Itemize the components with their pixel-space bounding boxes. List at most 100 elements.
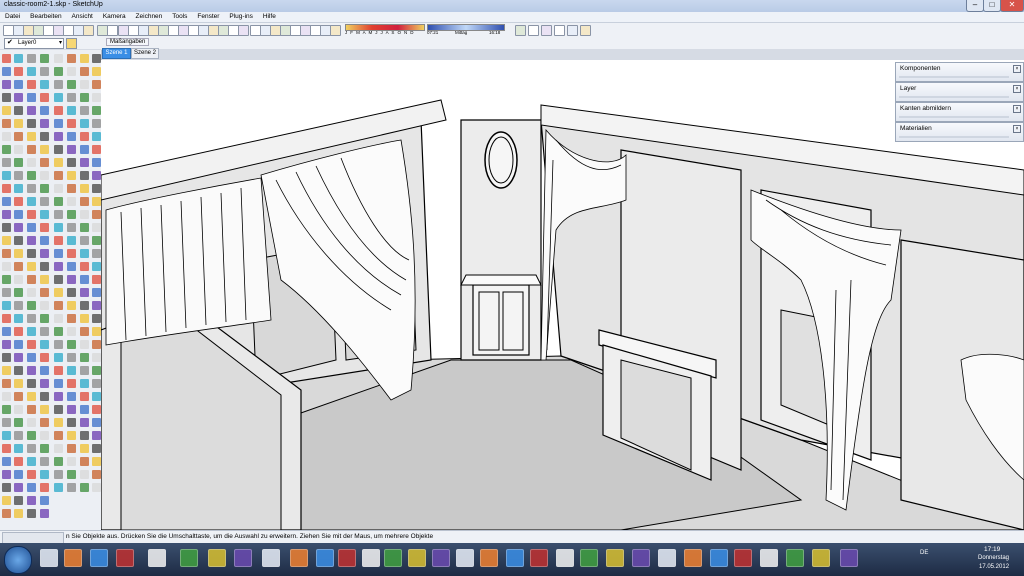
palette-tool-icon[interactable] — [67, 314, 76, 323]
palette-tool-icon[interactable] — [54, 236, 63, 245]
palette-tool-icon[interactable] — [14, 210, 23, 219]
palette-tool-icon[interactable] — [14, 171, 23, 180]
taskbar-app-icon[interactable] — [632, 549, 650, 567]
taskbar-app-icon[interactable] — [658, 549, 676, 567]
taskbar-app-icon[interactable] — [408, 549, 426, 567]
palette-tool-icon[interactable] — [80, 470, 89, 479]
palette-tool-icon[interactable] — [54, 80, 63, 89]
palette-tool-icon[interactable] — [54, 262, 63, 271]
palette-tool-icon[interactable] — [67, 132, 76, 141]
palette-tool-icon[interactable] — [67, 106, 76, 115]
tab-szene-2[interactable]: Szene 2 — [131, 48, 159, 59]
menu-tools[interactable]: Tools — [172, 12, 187, 22]
palette-tool-icon[interactable] — [14, 392, 23, 401]
menu-fenster[interactable]: Fenster — [197, 12, 219, 22]
palette-tool-icon[interactable] — [2, 431, 11, 440]
taskbar-app-icon[interactable] — [684, 549, 702, 567]
palette-tool-icon[interactable] — [14, 353, 23, 362]
palette-tool-icon[interactable] — [40, 379, 49, 388]
palette-tool-icon[interactable] — [27, 483, 36, 492]
taskbar-app-icon[interactable] — [710, 549, 728, 567]
palette-tool-icon[interactable] — [14, 262, 23, 271]
palette-tool-icon[interactable] — [2, 418, 11, 427]
taskbar-app-icon[interactable] — [90, 549, 108, 567]
palette-tool-icon[interactable] — [2, 80, 11, 89]
palette-tool-icon[interactable] — [80, 457, 89, 466]
toolbar-tool-icon[interactable] — [238, 25, 249, 36]
palette-tool-icon[interactable] — [40, 301, 49, 310]
taskbar-app-icon[interactable] — [786, 549, 804, 567]
palette-tool-icon[interactable] — [67, 262, 76, 271]
palette-tool-icon[interactable] — [2, 171, 11, 180]
palette-tool-icon[interactable] — [54, 119, 63, 128]
toolbar-tool-icon[interactable] — [107, 25, 118, 36]
palette-tool-icon[interactable] — [14, 496, 23, 505]
palette-tool-icon[interactable] — [92, 457, 101, 466]
palette-tool-icon[interactable] — [92, 340, 101, 349]
palette-tool-icon[interactable] — [80, 392, 89, 401]
menu-zeichnen[interactable]: Zeichnen — [136, 12, 163, 22]
palette-tool-icon[interactable] — [92, 210, 101, 219]
taskbar-app-icon[interactable] — [384, 549, 402, 567]
palette-tool-icon[interactable] — [40, 431, 49, 440]
palette-tool-icon[interactable] — [14, 119, 23, 128]
palette-tool-icon[interactable] — [27, 431, 36, 440]
palette-tool-icon[interactable] — [14, 340, 23, 349]
palette-tool-icon[interactable] — [40, 405, 49, 414]
palette-tool-icon[interactable] — [2, 54, 11, 63]
palette-tool-icon[interactable] — [92, 106, 101, 115]
palette-tool-icon[interactable] — [92, 145, 101, 154]
palette-tool-icon[interactable] — [92, 54, 101, 63]
palette-tool-icon[interactable] — [27, 405, 36, 414]
palette-tool-icon[interactable] — [40, 249, 49, 258]
palette-tool-icon[interactable] — [54, 106, 63, 115]
toolbar-tool-icon[interactable] — [528, 25, 539, 36]
palette-tool-icon[interactable] — [40, 197, 49, 206]
palette-tool-icon[interactable] — [14, 132, 23, 141]
palette-tool-icon[interactable] — [80, 353, 89, 362]
palette-tool-icon[interactable] — [92, 470, 101, 479]
palette-tool-icon[interactable] — [40, 444, 49, 453]
palette-tool-icon[interactable] — [54, 379, 63, 388]
palette-tool-icon[interactable] — [27, 132, 36, 141]
toolbar-tool-icon[interactable] — [83, 25, 94, 36]
palette-tool-icon[interactable] — [67, 340, 76, 349]
close-icon[interactable]: × — [1013, 105, 1021, 113]
taskbar-app-icon[interactable] — [606, 549, 624, 567]
palette-tool-icon[interactable] — [2, 392, 11, 401]
palette-tool-icon[interactable] — [27, 340, 36, 349]
palette-tool-icon[interactable] — [14, 327, 23, 336]
palette-tool-icon[interactable] — [80, 431, 89, 440]
palette-tool-icon[interactable] — [92, 431, 101, 440]
palette-tool-icon[interactable] — [27, 301, 36, 310]
palette-tool-icon[interactable] — [27, 80, 36, 89]
palette-tool-icon[interactable] — [40, 418, 49, 427]
palette-tool-icon[interactable] — [92, 353, 101, 362]
palette-tool-icon[interactable] — [27, 314, 36, 323]
menu-ansicht[interactable]: Ansicht — [72, 12, 93, 22]
palette-tool-icon[interactable] — [40, 275, 49, 284]
palette-tool-icon[interactable] — [54, 171, 63, 180]
layer-manager-button[interactable] — [66, 38, 77, 49]
palette-tool-icon[interactable] — [54, 93, 63, 102]
menu-kamera[interactable]: Kamera — [103, 12, 126, 22]
taskbar-app-icon[interactable] — [262, 549, 280, 567]
palette-tool-icon[interactable] — [2, 379, 11, 388]
palette-tool-icon[interactable] — [54, 275, 63, 284]
palette-tool-icon[interactable] — [67, 158, 76, 167]
taskbar-app-icon[interactable] — [812, 549, 830, 567]
palette-tool-icon[interactable] — [14, 379, 23, 388]
palette-tool-icon[interactable] — [27, 197, 36, 206]
palette-tool-icon[interactable] — [80, 483, 89, 492]
minimize-button[interactable]: – — [966, 0, 984, 12]
palette-tool-icon[interactable] — [40, 483, 49, 492]
palette-tool-icon[interactable] — [2, 483, 11, 492]
palette-tool-icon[interactable] — [67, 67, 76, 76]
palette-tool-icon[interactable] — [92, 223, 101, 232]
taskbar-app-icon[interactable] — [480, 549, 498, 567]
close-icon[interactable]: × — [1013, 65, 1021, 73]
clock-time[interactable]: 17:19 — [984, 546, 1000, 553]
palette-tool-icon[interactable] — [54, 457, 63, 466]
palette-tool-icon[interactable] — [2, 509, 11, 518]
palette-tool-icon[interactable] — [2, 275, 11, 284]
